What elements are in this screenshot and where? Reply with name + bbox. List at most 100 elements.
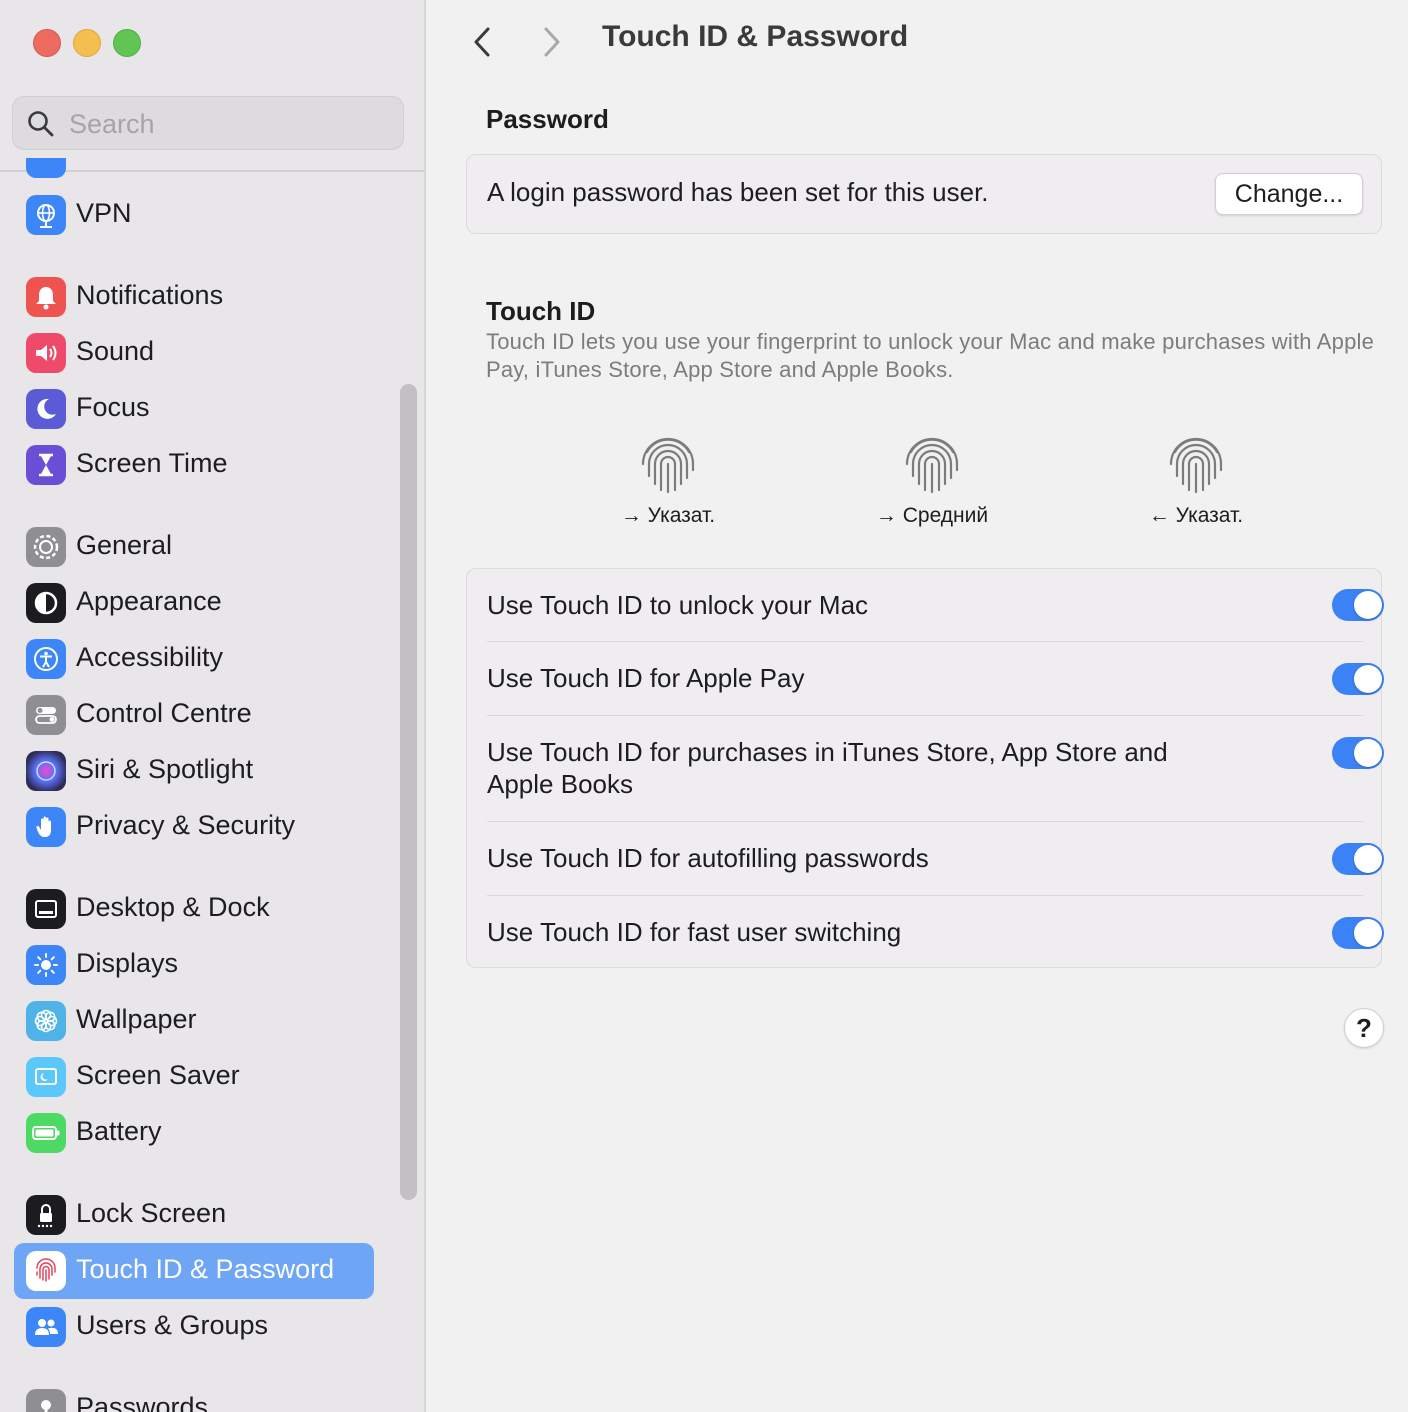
sidebar-item-label: Battery — [76, 1116, 162, 1146]
switches-icon — [26, 695, 66, 735]
sidebar-item-vpn[interactable]: VPN — [14, 187, 374, 243]
option-row-user-switching: Use Touch ID for fast user switching — [487, 896, 1384, 968]
sidebar-item-touch-id-password[interactable]: Touch ID & Password — [14, 1243, 374, 1299]
scrolled-icon — [26, 158, 66, 178]
globe-icon — [26, 195, 66, 235]
siri-icon — [26, 751, 66, 791]
bell-icon — [26, 277, 66, 317]
user-switching-toggle[interactable] — [1332, 917, 1384, 949]
unlock-mac-toggle[interactable] — [1332, 589, 1384, 621]
sidebar-item-focus[interactable]: Focus — [14, 381, 374, 437]
sidebar-item-label: Users & Groups — [76, 1310, 269, 1340]
sidebar-item-notifications[interactable]: Notifications — [14, 269, 374, 325]
toggle-knob — [1354, 919, 1382, 947]
option-row-unlock-mac: Use Touch ID to unlock your Mac — [487, 569, 1384, 641]
appearance-icon — [26, 583, 66, 623]
sidebar-item-label: VPN — [76, 198, 132, 228]
fingerprint-icon — [905, 437, 959, 494]
sidebar-item-lock-screen[interactable]: Lock Screen — [14, 1187, 374, 1243]
sidebar-item-control-centre[interactable]: Control Centre — [14, 687, 374, 743]
toggle-knob — [1354, 845, 1382, 873]
speaker-icon — [26, 333, 66, 373]
option-label: Use Touch ID for fast user switching — [487, 917, 902, 947]
password-status-text: A login password has been set for this u… — [487, 177, 989, 207]
sidebar-item-sound[interactable]: Sound — [14, 325, 374, 381]
fingerprint-label: → Указат. — [620, 504, 716, 527]
sidebar-item-desktop-dock[interactable]: Desktop & Dock — [14, 881, 374, 937]
sidebar-item-appearance[interactable]: Appearance — [14, 575, 374, 631]
option-row-autofill: Use Touch ID for autofilling passwords — [487, 822, 1384, 895]
toggle-knob — [1354, 591, 1382, 619]
sidebar-item-privacy-security[interactable]: Privacy & Security — [14, 799, 374, 855]
sidebar-item-label: Siri & Spotlight — [76, 754, 254, 784]
search-field[interactable] — [12, 96, 404, 150]
fingerprint-label: → Средний — [875, 504, 989, 527]
apple-pay-toggle[interactable] — [1332, 663, 1384, 695]
sidebar-item-label: Appearance — [76, 586, 222, 616]
password-card: A login password has been set for this u… — [466, 154, 1382, 234]
chevron-left-icon — [474, 27, 490, 57]
sidebar-item-screen-saver[interactable]: Screen Saver — [14, 1049, 374, 1105]
sidebar-item-general[interactable]: General — [14, 519, 374, 575]
sidebar-item-label: Wallpaper — [76, 1004, 197, 1034]
sidebar-item-battery[interactable]: Battery — [14, 1105, 374, 1161]
search-input[interactable] — [67, 105, 391, 143]
screensaver-icon — [26, 1057, 66, 1097]
sidebar-item-passwords[interactable]: Passwords — [14, 1381, 374, 1412]
sidebar-item-label: Lock Screen — [76, 1198, 227, 1228]
lock-icon — [26, 1195, 66, 1235]
sidebar-item-label: Accessibility — [76, 642, 224, 672]
accessibility-icon — [26, 639, 66, 679]
flower-icon — [26, 1001, 66, 1041]
sidebar-item-label: General — [76, 530, 173, 560]
fingerprint-icon — [1169, 437, 1223, 494]
fingerprint-slot-2[interactable]: → Средний — [812, 430, 1052, 528]
sidebar-scrollbar[interactable] — [400, 384, 417, 1200]
key-icon — [26, 1389, 66, 1412]
change-password-button[interactable]: Change... — [1215, 173, 1363, 215]
sidebar-item-wallpaper[interactable]: Wallpaper — [14, 993, 374, 1049]
sidebar-item-label: Notifications — [76, 280, 224, 310]
fingerprint-slot-1[interactable]: → Указат. — [548, 430, 788, 528]
sidebar-item-users-groups[interactable]: Users & Groups — [14, 1299, 374, 1355]
autofill-toggle[interactable] — [1332, 843, 1384, 875]
fingerprint-label: ← Указат. — [1148, 504, 1244, 527]
fingerprint-slot-3[interactable]: ← Указат. — [1076, 430, 1316, 528]
main-content: Touch ID & Password Password A login pas… — [426, 0, 1408, 1412]
option-row-apple-pay: Use Touch ID for Apple Pay — [487, 642, 1384, 715]
sidebar-item-displays[interactable]: Displays — [14, 937, 374, 993]
option-label: Use Touch ID for purchases in iTunes Sto… — [487, 737, 1168, 799]
sidebar-item-siri-spotlight[interactable]: Siri & Spotlight — [14, 743, 374, 799]
sidebar-item-screen-time[interactable]: Screen Time — [14, 437, 374, 493]
dock-icon — [26, 889, 66, 929]
touchid-section-title: Touch ID — [486, 296, 596, 326]
sidebar-item-label: Focus — [76, 392, 150, 422]
hourglass-icon — [26, 445, 66, 485]
page-title: Touch ID & Password — [602, 20, 909, 53]
sidebar-item-label: Screen Saver — [76, 1060, 240, 1090]
sidebar-item-label: Screen Time — [76, 448, 228, 478]
toggle-knob — [1354, 739, 1382, 767]
sidebar-item-label: Desktop & Dock — [76, 892, 270, 922]
help-button[interactable]: ? — [1344, 1008, 1384, 1048]
sidebar-item-label: Displays — [76, 948, 179, 978]
forward-button[interactable] — [532, 20, 572, 64]
moon-icon — [26, 389, 66, 429]
toggle-knob — [1354, 665, 1382, 693]
fingerprint-icon — [26, 1251, 66, 1291]
close-window-button[interactable] — [33, 29, 61, 57]
gear-icon — [26, 527, 66, 567]
option-label: Use Touch ID to unlock your Mac — [487, 590, 869, 620]
sidebar-item-label: Privacy & Security — [76, 810, 296, 840]
zoom-window-button[interactable] — [113, 29, 141, 57]
minimize-window-button[interactable] — [73, 29, 101, 57]
sidebar-item-label: Passwords — [76, 1392, 209, 1412]
back-button[interactable] — [462, 20, 502, 64]
battery-icon — [26, 1113, 66, 1153]
chevron-right-icon — [544, 27, 560, 57]
sidebar-item-label: Sound — [76, 336, 155, 366]
purchases-toggle[interactable] — [1332, 737, 1384, 769]
sidebar-item-label: Touch ID & Password — [76, 1254, 335, 1284]
password-section-title: Password — [486, 104, 609, 134]
sidebar-item-accessibility[interactable]: Accessibility — [14, 631, 374, 687]
